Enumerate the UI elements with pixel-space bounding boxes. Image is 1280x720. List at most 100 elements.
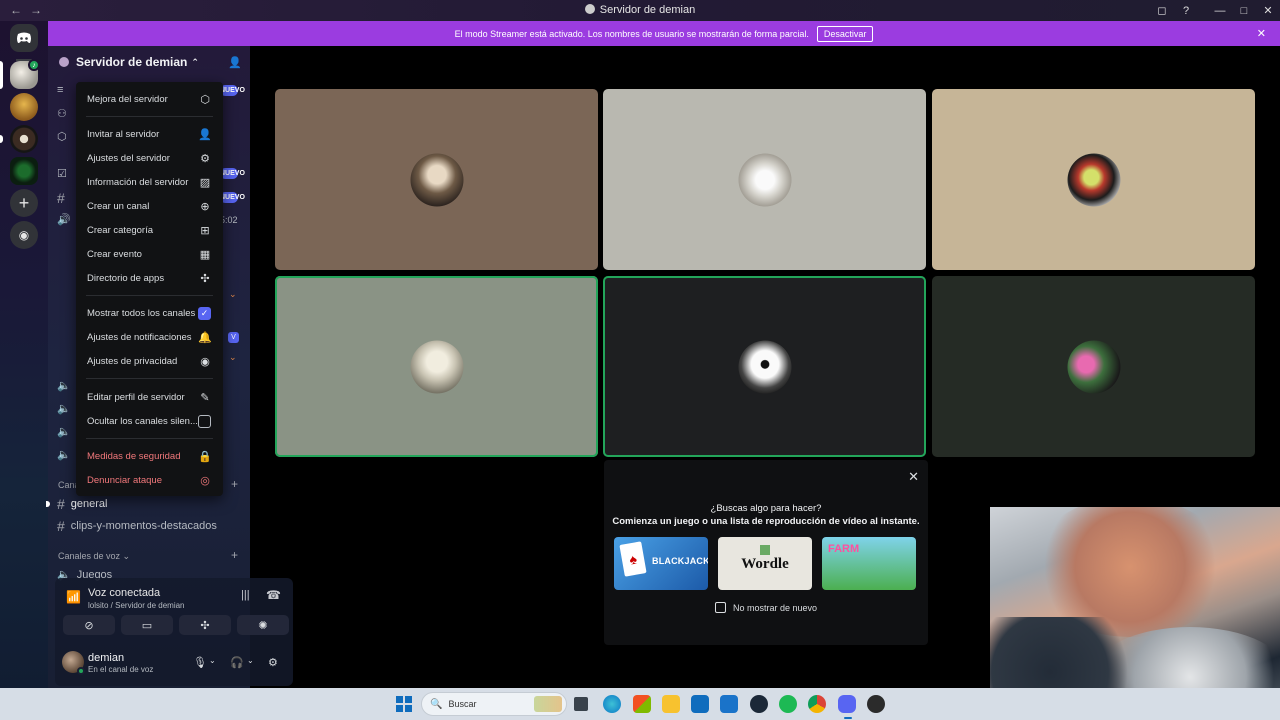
user-name[interactable]: demian [88, 652, 124, 664]
task-view-icon[interactable] [574, 697, 588, 711]
close-icon[interactable]: ✕ [908, 469, 919, 485]
menu-item-create-category[interactable]: Crear categoría ⊞ [82, 219, 217, 241]
minimize-button[interactable]: — [1208, 5, 1232, 17]
deactivate-button[interactable]: Desactivar [816, 25, 874, 42]
menu-item-invite[interactable]: Invitar al servidor 👤 [82, 123, 217, 145]
outlook-icon[interactable] [720, 695, 738, 713]
hash-icon: # [57, 518, 65, 534]
checkbox-unchecked-icon[interactable] [198, 414, 211, 428]
discord-home-button[interactable] [10, 24, 38, 52]
voice-ch-2[interactable]: 🔈 [57, 402, 71, 415]
server-icon-demian[interactable]: ♪ [10, 59, 40, 89]
game-wordle[interactable]: Wordle [718, 537, 812, 590]
menu-item-hide-muted-channels[interactable]: Ocultar los canales silen... [82, 410, 217, 432]
activities-button[interactable]: ✣ [179, 615, 231, 635]
taskbar-search[interactable]: 🔍 Buscar [421, 692, 567, 716]
unread-pill [0, 135, 3, 143]
folder-plus-icon: ⊞ [200, 224, 210, 237]
channel-clips[interactable]: # clips-y-momentos-destacados [57, 518, 217, 534]
headphones-icon[interactable]: 🎧 [230, 656, 244, 669]
windows-taskbar: 🔍 Buscar [0, 688, 1280, 720]
chrome-icon[interactable] [808, 695, 826, 713]
signal-icon[interactable]: 📶 [66, 590, 81, 604]
server-icon-3[interactable] [10, 125, 38, 153]
dont-show-again[interactable]: No mostrar de nuevo [715, 602, 817, 613]
server-icon-2[interactable] [10, 93, 38, 121]
maximize-button[interactable]: □ [1232, 5, 1256, 17]
avatar [738, 340, 791, 393]
menu-item-edit-server-profile[interactable]: Editar perfil de servidor ✎ [82, 386, 217, 408]
chevron-down-icon[interactable]: ⌄ [209, 656, 216, 665]
events-row[interactable]: ≡ [57, 84, 63, 96]
menu-item-report-raid[interactable]: Denunciar ataque ◎ [82, 469, 217, 491]
edge-icon[interactable] [603, 695, 621, 713]
channel-general[interactable]: # general [57, 496, 108, 512]
boost-row[interactable]: ⬡ [57, 130, 67, 143]
server-header[interactable]: Servidor de demian ⌃ 👤 [48, 46, 250, 78]
video-tile-2[interactable] [603, 89, 926, 270]
ms-store-icon[interactable] [691, 695, 709, 713]
video-tile-6[interactable] [932, 276, 1255, 457]
add-channel-icon[interactable]: + [231, 477, 238, 491]
screen-share-button[interactable]: ▭ [121, 615, 173, 635]
discord-taskbar-icon[interactable] [838, 695, 856, 713]
menu-item-security-actions[interactable]: Medidas de seguridad 🔒 [82, 445, 217, 467]
store-icon[interactable] [633, 695, 651, 713]
inbox-icon[interactable]: ◻ [1150, 4, 1174, 17]
menu-item-server-settings[interactable]: Ajustes del servidor ⚙ [82, 147, 217, 169]
camera-off-button[interactable]: ⊘ [63, 615, 115, 635]
microphone-icon[interactable]: 🎙 [193, 656, 207, 669]
game-farm[interactable]: FARM [822, 537, 916, 590]
hash-row[interactable]: # [57, 190, 65, 206]
card-icon: ♠ [619, 541, 647, 577]
video-tile-3[interactable] [932, 89, 1255, 270]
menu-item-server-boost[interactable]: Mejora del servidor ⬡ [82, 88, 217, 110]
file-explorer-icon[interactable] [662, 695, 680, 713]
windows-start-icon[interactable] [396, 696, 412, 712]
soundboard-button[interactable]: ✺ [237, 615, 289, 635]
video-tile-4-speaking[interactable] [275, 276, 598, 457]
add-voice-channel-icon[interactable]: + [231, 548, 238, 562]
close-window-button[interactable]: ✕ [1256, 4, 1280, 17]
server-icon-4[interactable] [10, 157, 38, 185]
hash-icon: # [57, 190, 65, 206]
spotify-icon[interactable] [779, 695, 797, 713]
menu-item-show-all-channels[interactable]: Mostrar todos los canales ✓ [82, 302, 217, 324]
menu-item-privacy-settings[interactable]: Ajustes de privacidad ◉ [82, 350, 217, 372]
checklist-row[interactable]: ☑ [57, 167, 67, 180]
members-row[interactable]: ⚇ [57, 107, 67, 120]
help-icon[interactable]: ? [1174, 5, 1198, 17]
voice-location[interactable]: lolsito / Servidor de demian [88, 601, 185, 610]
chevron-down-icon[interactable]: ⌄ [247, 656, 254, 665]
menu-item-create-channel[interactable]: Crear un canal ⊕ [82, 195, 217, 217]
menu-item-server-info[interactable]: Información del servidor ▨ [82, 171, 217, 193]
menu-item-label: Crear categoría [87, 224, 154, 236]
add-server-button[interactable]: + [10, 189, 38, 217]
voice-ch-1[interactable]: 🔈 [57, 379, 71, 392]
menu-item-notification-settings[interactable]: Ajustes de notificaciones 🔔 [82, 326, 217, 348]
menu-item-create-event[interactable]: Crear evento ▦ [82, 243, 217, 265]
user-settings-icon[interactable]: ⚙ [268, 656, 278, 669]
steam-icon[interactable] [750, 695, 768, 713]
voice-category-label[interactable]: Canales de voz ⌄ [58, 551, 130, 562]
menu-item-app-directory[interactable]: Directorio de apps ✣ [82, 267, 217, 289]
disconnect-icon[interactable]: ☎ [266, 588, 281, 602]
app-icon[interactable] [867, 695, 885, 713]
add-user-icon[interactable]: 👤 [228, 56, 242, 69]
voice-ch-3[interactable]: 🔈 [57, 425, 71, 438]
explore-servers-button[interactable]: ◉ [10, 221, 38, 249]
close-icon[interactable]: ✕ [1257, 27, 1266, 40]
video-tile-5-speaking[interactable] [603, 276, 926, 457]
video-tile-1[interactable] [275, 89, 598, 270]
window-title-text: Servidor de demian [599, 4, 696, 16]
voice-status[interactable]: Voz conectada [88, 587, 160, 599]
checkbox[interactable] [715, 602, 726, 613]
voice-row-active[interactable]: 🔊 [57, 213, 71, 226]
menu-item-label: Denunciar ataque [87, 474, 162, 486]
noise-suppression-icon[interactable]: ||| [241, 589, 250, 601]
voice-ch-4[interactable]: 🔈 [57, 448, 71, 461]
selected-server-pill [0, 61, 3, 89]
search-highlight-image [534, 696, 562, 712]
game-blackjack[interactable]: ♠ BLACKJACK [614, 537, 708, 590]
checkbox-checked-icon[interactable]: ✓ [198, 306, 211, 320]
